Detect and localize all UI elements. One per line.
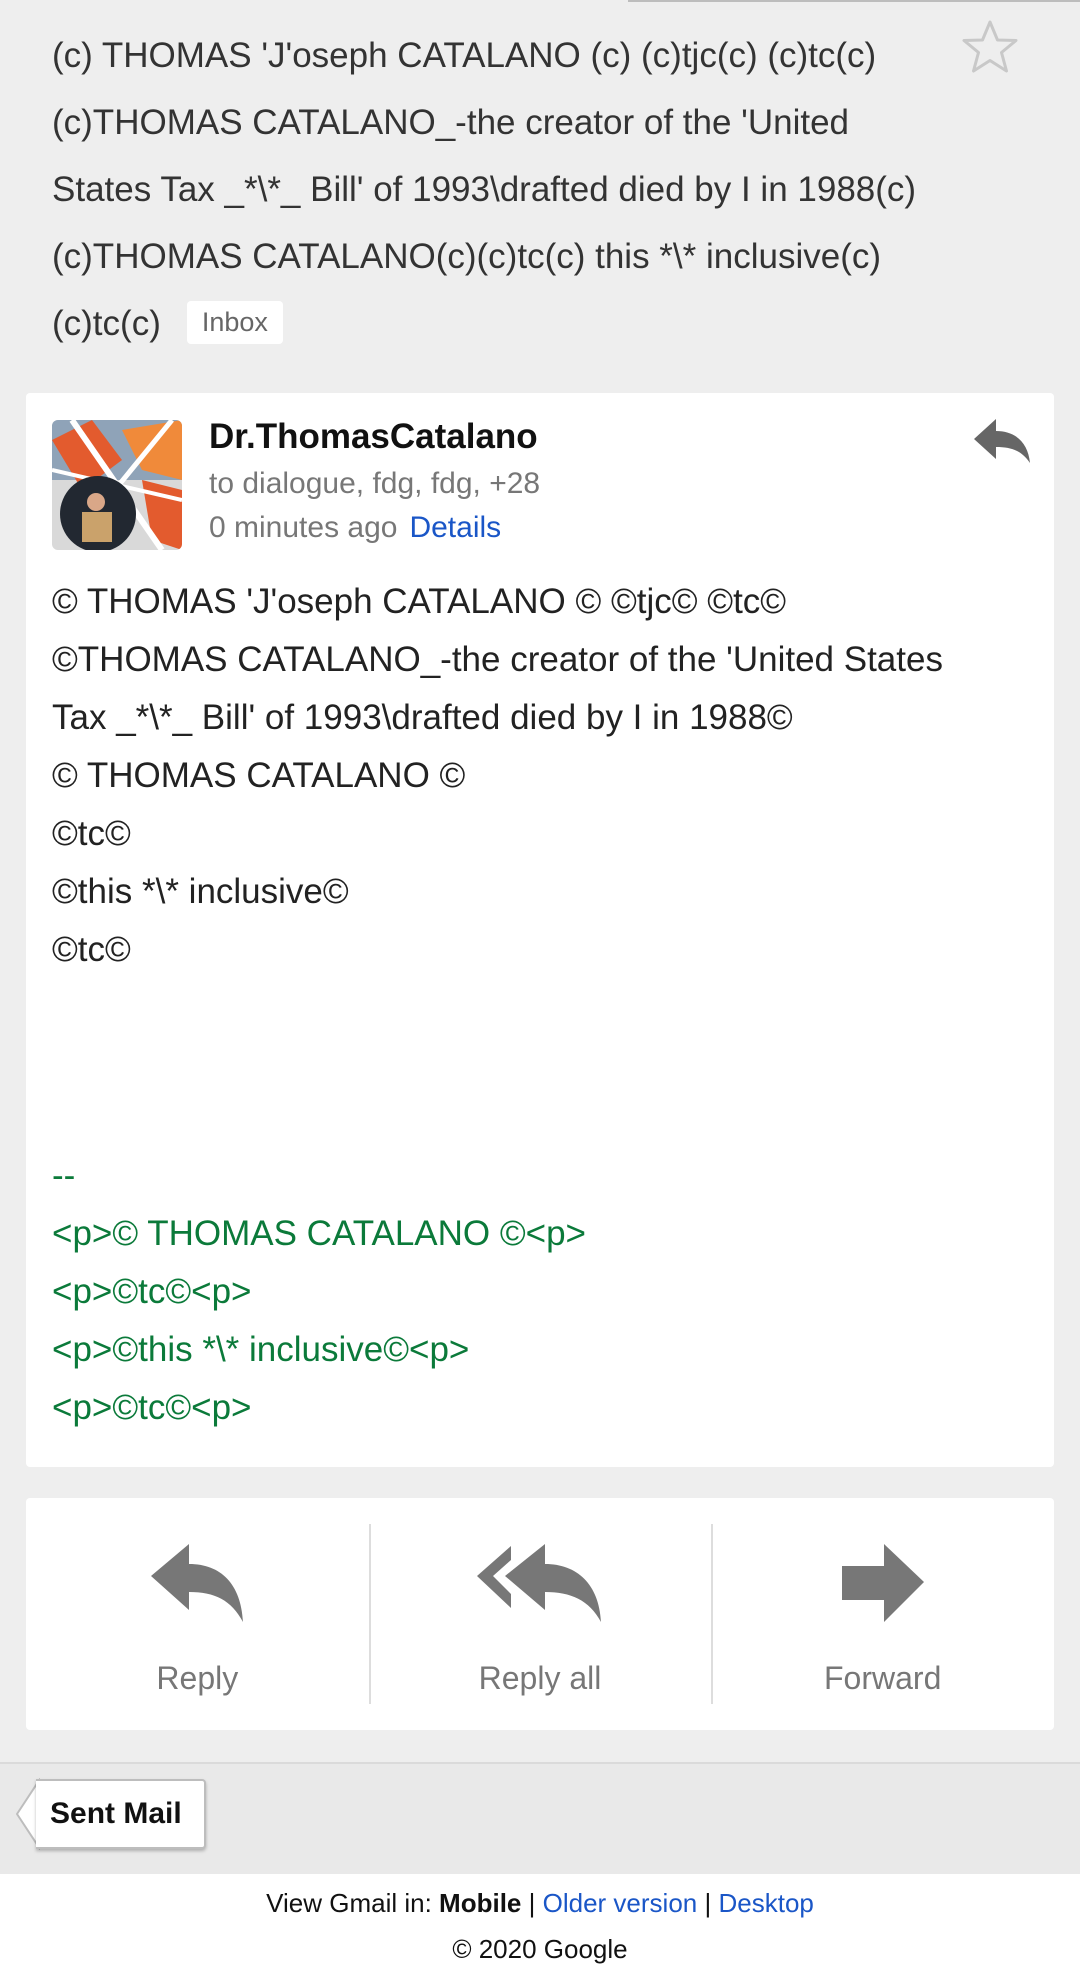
reply-button[interactable]: Reply [26, 1498, 369, 1730]
footer: View Gmail in: Mobile | Older version | … [0, 1874, 1080, 1975]
body-line: ©this *\* inclusive© [52, 872, 349, 911]
subject-line: States Tax _*\*_ Bill' of 1993\drafted d… [52, 170, 917, 209]
inbox-label-badge[interactable]: Inbox [186, 301, 283, 344]
desktop-link[interactable]: Desktop [718, 1888, 813, 1918]
star-outline-icon[interactable] [958, 16, 1022, 80]
body-line: © THOMAS 'J'oseph CATALANO © ©tjc© ©tc© [52, 582, 787, 621]
copyright: © 2020 Google [452, 1934, 628, 1964]
forward-button[interactable]: Forward [711, 1498, 1054, 1730]
subject-line-last: (c)tc(c) Inbox [52, 290, 952, 357]
body-line: Tax _*\*_ Bill' of 1993\drafted died by … [52, 698, 793, 737]
older-version-link[interactable]: Older version [543, 1888, 698, 1918]
subject-line: (c) THOMAS 'J'oseph CATALANO (c) (c)tjc(… [52, 36, 877, 75]
subject-header: (c) THOMAS 'J'oseph CATALANO (c) (c)tjc(… [52, 22, 952, 357]
reply-all-label: Reply all [478, 1660, 602, 1696]
forward-icon [841, 1544, 924, 1622]
signature-line: <p>©tc©<p> [52, 1272, 252, 1311]
avatar-image [52, 420, 182, 550]
subject-line: (c)THOMAS CATALANO(c)(c)tc(c) this *\* i… [52, 237, 882, 276]
subject-line: (c)THOMAS CATALANO_-the creator of the '… [52, 103, 850, 142]
top-divider [628, 0, 1080, 2]
view-in-label: View Gmail in: [266, 1888, 432, 1918]
recipients-summary[interactable]: to dialogue, fdg, fdg, +28 [209, 467, 540, 501]
separator: | [704, 1888, 712, 1918]
body-line: ©tc© [52, 930, 131, 969]
subject-text: (c) THOMAS 'J'oseph CATALANO (c) (c)tjc(… [52, 22, 952, 357]
signature-line: <p>©this *\* inclusive©<p> [52, 1330, 470, 1369]
sender-avatar[interactable] [52, 420, 182, 550]
message-card: Dr.ThomasCatalano to dialogue, fdg, fdg,… [26, 393, 1054, 1467]
mobile-mode: Mobile [439, 1888, 522, 1918]
message-time: 0 minutes ago [209, 511, 398, 544]
reply-arrow-icon[interactable] [972, 417, 1032, 469]
message-meta: 0 minutes ago Details [209, 511, 501, 545]
signature-line: <p>© THOMAS CATALANO ©<p> [52, 1214, 586, 1253]
sender-name[interactable]: Dr.ThomasCatalano [209, 417, 538, 457]
details-link[interactable]: Details [409, 511, 501, 544]
message-body: © THOMAS 'J'oseph CATALANO © ©tjc© ©tc© … [52, 573, 1032, 979]
subject-line: (c)tc(c) [52, 304, 161, 343]
reply-all-icon [477, 1544, 601, 1622]
signature-dash: -- [52, 1156, 76, 1195]
message-actions: Reply Reply all Forward [26, 1498, 1054, 1730]
signature-line: <p>©tc©<p> [52, 1388, 252, 1427]
separator: | [528, 1888, 536, 1918]
body-line: ©tc© [52, 814, 131, 853]
body-line: © THOMAS CATALANO © [52, 756, 466, 795]
reply-icon [151, 1544, 244, 1622]
reply-label: Reply [156, 1660, 239, 1696]
view-mode-row: View Gmail in: Mobile | Older version | … [0, 1888, 1080, 1919]
reply-all-button[interactable]: Reply all [368, 1498, 712, 1730]
forward-label: Forward [824, 1660, 942, 1696]
sent-mail-back-button[interactable]: Sent Mail [36, 1779, 206, 1849]
body-line: ©THOMAS CATALANO_-the creator of the 'Un… [52, 640, 943, 679]
message-signature: -- <p>© THOMAS CATALANO ©<p> <p>©tc©<p> … [52, 1147, 1032, 1437]
